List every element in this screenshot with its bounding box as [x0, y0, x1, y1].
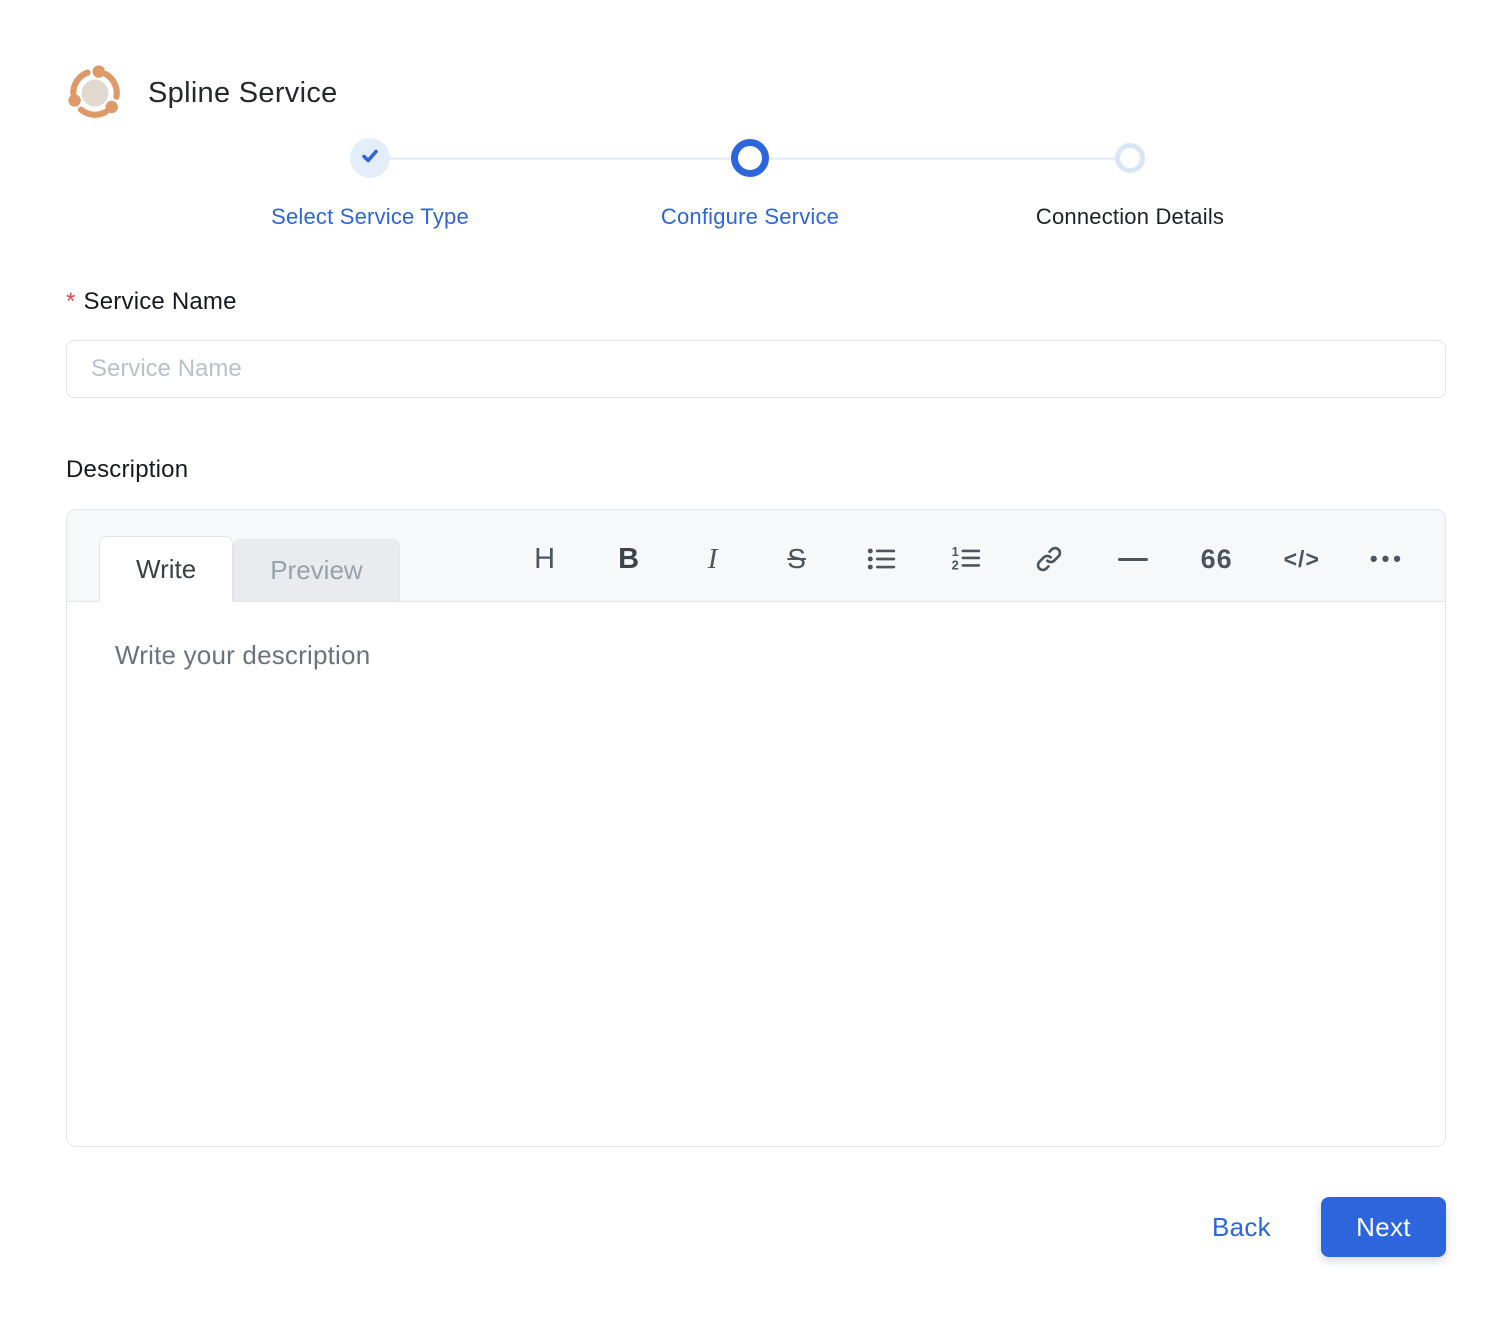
page-title: Spline Service	[148, 76, 338, 109]
description-label-text: Description	[66, 456, 189, 483]
step-active-marker	[731, 139, 769, 177]
heading-icon[interactable]: H	[528, 541, 562, 577]
link-icon[interactable]	[1032, 541, 1066, 577]
tab-preview[interactable]: Preview	[233, 539, 400, 601]
svg-text:1: 1	[951, 544, 958, 559]
step-label: Configure Service	[660, 204, 840, 229]
bold-icon[interactable]: B	[612, 541, 646, 577]
wizard-page: Spline Service Select Service Type Confi…	[0, 0, 1506, 1323]
editor-toolbar-header: Write Preview H B I S 1 2 66 </> •••	[67, 510, 1445, 602]
quote-icon[interactable]: 66	[1200, 541, 1234, 577]
step-completed-marker	[350, 138, 390, 178]
svg-text:2: 2	[951, 558, 958, 573]
ordered-list-icon[interactable]: 1 2	[948, 541, 982, 577]
step-label: Select Service Type	[271, 204, 469, 229]
more-icon[interactable]: •••	[1370, 541, 1405, 577]
markdown-editor: Write Preview H B I S 1 2 66 </> ••• Wri…	[66, 509, 1446, 1147]
strikethrough-icon[interactable]: S	[780, 541, 814, 577]
unordered-list-icon[interactable]	[864, 541, 898, 577]
service-name-label: * Service Name	[66, 288, 1446, 316]
editor-toolbar: H B I S 1 2 66 </> •••	[528, 541, 1405, 601]
tab-write[interactable]: Write	[99, 536, 234, 602]
step-pending-marker	[1115, 143, 1145, 173]
code-icon[interactable]: </>	[1284, 541, 1320, 577]
spline-network-icon	[66, 64, 124, 122]
stepper: Select Service Type Configure Service Co…	[180, 136, 1320, 230]
service-name-input[interactable]	[66, 340, 1446, 398]
step-select-service-type[interactable]: Select Service Type	[180, 136, 560, 230]
step-configure-service[interactable]: Configure Service	[560, 136, 940, 230]
horizontal-rule-icon[interactable]	[1116, 541, 1150, 577]
check-icon	[359, 145, 381, 172]
footer-actions: Back Next	[66, 1197, 1446, 1257]
description-textarea[interactable]	[67, 602, 1445, 1146]
required-asterisk: *	[66, 288, 76, 315]
editor-body	[67, 602, 1445, 1146]
italic-icon[interactable]: I	[696, 541, 730, 577]
step-label: Connection Details	[1035, 204, 1225, 229]
description-label: Description	[66, 456, 1446, 484]
step-connection-details[interactable]: Connection Details	[940, 136, 1320, 230]
next-button[interactable]: Next	[1321, 1197, 1446, 1257]
app-header: Spline Service	[66, 64, 1446, 122]
service-name-label-text: Service Name	[83, 288, 237, 315]
back-button[interactable]: Back	[1212, 1212, 1271, 1243]
